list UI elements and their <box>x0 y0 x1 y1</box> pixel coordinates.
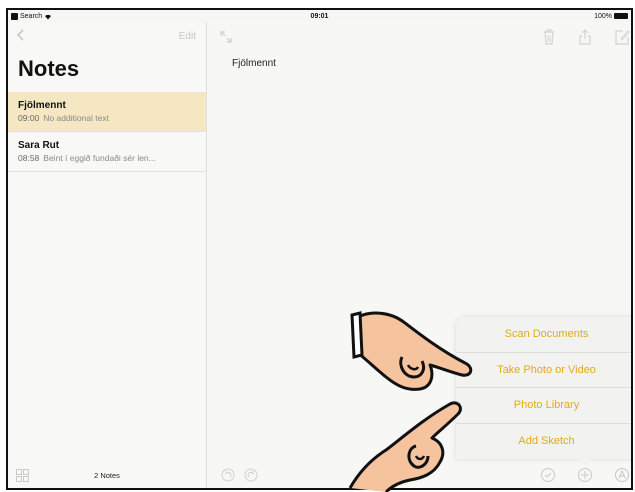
markup-pen-icon[interactable] <box>614 467 630 483</box>
edit-button[interactable]: Edit <box>179 31 196 42</box>
status-right: 100% <box>594 13 628 20</box>
trash-icon[interactable] <box>541 28 557 46</box>
note-title: Fjölmennt <box>18 100 66 111</box>
add-attachment-icon[interactable] <box>577 467 593 483</box>
note-preview: Beint í eggið fundaði sér len... <box>43 153 156 163</box>
checklist-icon[interactable] <box>540 467 556 483</box>
share-icon[interactable] <box>577 28 593 46</box>
attachment-popup-menu: Scan Documents Take Photo or Video Photo… <box>456 317 631 460</box>
undo-icon[interactable] <box>221 468 235 482</box>
add-sketch-option[interactable]: Add Sketch <box>456 424 631 460</box>
note-item-fjolmennt[interactable]: Fjölmennt 09:00 No additional text <box>8 92 206 132</box>
pointing-hand-icon <box>350 311 473 391</box>
battery-percent: 100% <box>594 12 612 20</box>
compose-icon[interactable] <box>614 28 630 46</box>
note-meta: 08:58 Beint í eggið fundaði sér len... <box>18 153 196 163</box>
battery-icon <box>614 13 628 19</box>
ipad-screen: Search 09:01 100% Edit Notes Fjölmennt 0… <box>6 8 633 490</box>
scan-documents-option[interactable]: Scan Documents <box>456 317 631 353</box>
notes-sidebar: Edit Notes Fjölmennt 09:00 No additional … <box>8 22 207 488</box>
back-chevron-icon[interactable] <box>14 28 28 42</box>
photo-library-option[interactable]: Photo Library <box>456 388 631 424</box>
expand-icon[interactable] <box>219 30 233 44</box>
popup-arrow <box>579 459 593 466</box>
take-photo-option[interactable]: Take Photo or Video <box>456 353 631 388</box>
pointing-hand-icon <box>348 401 462 492</box>
notes-count: 2 Notes <box>94 471 120 480</box>
notes-title: Notes <box>18 56 80 81</box>
note-body-title[interactable]: Fjölmennt <box>232 58 276 69</box>
note-time: 08:58 <box>18 153 40 163</box>
note-time: 09:00 <box>18 113 40 123</box>
status-bar: Search 09:01 100% <box>8 10 631 22</box>
note-title: Sara Rut <box>18 140 60 151</box>
note-list: Fjölmennt 09:00 No additional text Sara R… <box>8 92 206 172</box>
status-time: 09:01 <box>310 12 329 20</box>
note-preview: No additional text <box>43 113 109 123</box>
redo-icon[interactable] <box>244 468 258 482</box>
note-item-sara-rut[interactable]: Sara Rut 08:58 Beint í eggið fundaði sér … <box>8 132 206 172</box>
note-meta: 09:00 No additional text <box>18 113 196 123</box>
